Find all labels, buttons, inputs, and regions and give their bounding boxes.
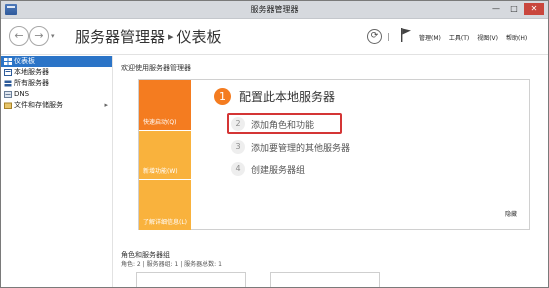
sidebar-item-label: 仪表板 (14, 57, 35, 65)
sidebar-item-label: 文件和存储服务 (14, 101, 63, 109)
sidebar-item-file-storage[interactable]: 文件和存储服务 ▸ (1, 100, 112, 111)
roles-summary: 角色: 2 | 服务器组: 1 | 服务器总数: 1 (121, 261, 222, 268)
dashboard-icon (4, 58, 12, 65)
menu-bar: 管理(M) 工具(T) 视图(V) 帮助(H) (419, 33, 527, 42)
create-server-group-link[interactable]: 创建服务器组 (251, 163, 305, 176)
window-controls: — □ ✕ (488, 3, 544, 15)
hide-link[interactable]: 隐藏 (505, 209, 517, 218)
breadcrumb-app[interactable]: 服务器管理器 (75, 28, 165, 46)
breadcrumb: 服务器管理器 ▸ 仪表板 (75, 26, 222, 47)
server-icon (4, 69, 12, 76)
step-4-number: 4 (231, 162, 245, 176)
add-servers-link[interactable]: 添加要管理的其他服务器 (251, 141, 350, 154)
header-bar: ← → ▾ 服务器管理器 ▸ 仪表板 ⟳ | 管理(M) 工具(T) 视图(V) 帮… (1, 19, 548, 55)
minimize-button[interactable]: — (488, 3, 504, 15)
storage-icon (4, 102, 12, 109)
highlight-box (227, 113, 342, 134)
configure-local-server-link[interactable]: 配置此本地服务器 (239, 88, 335, 105)
create-server-group-step[interactable]: 4 创建服务器组 (231, 162, 371, 178)
sidebar-item-dashboard[interactable]: 仪表板 (1, 56, 112, 67)
tab-quick-start[interactable]: 快速启动(Q) (139, 80, 191, 130)
menu-tools[interactable]: 工具(T) (449, 33, 469, 42)
server-manager-window: 服务器管理器 — □ ✕ ← → ▾ 服务器管理器 ▸ 仪表板 ⟳ | 管理(M) … (0, 0, 549, 288)
sidebar-item-dns[interactable]: DNS (1, 89, 112, 100)
flag-icon[interactable] (399, 27, 413, 43)
menu-manage[interactable]: 管理(M) (419, 33, 441, 42)
welcome-heading: 欢迎使用服务器管理器 (121, 64, 191, 72)
divider: | (387, 32, 390, 41)
tab-label: 了解详细信息(L) (143, 219, 188, 226)
sidebar-item-local-server[interactable]: 本地服务器 (1, 67, 112, 78)
sidebar-item-label: DNS (14, 90, 30, 98)
tab-learn-more[interactable]: 了解详细信息(L) (139, 179, 191, 230)
forward-arrow-icon[interactable]: → (29, 26, 49, 46)
chevron-down-icon[interactable]: ▾ (51, 32, 55, 40)
sidebar-item-label: 本地服务器 (14, 68, 49, 76)
sidebar: 仪表板 本地服务器 所有服务器 DNS 文件和存储服务 ▸ (1, 56, 113, 287)
sidebar-item-label: 所有服务器 (14, 79, 49, 87)
dashboard-main: 欢迎使用服务器管理器 快速启动(Q) 新增功能(W) 了解详细信息(L) 1 配… (114, 56, 548, 287)
close-button[interactable]: ✕ (524, 3, 544, 15)
role-tile[interactable] (270, 272, 380, 287)
refresh-icon[interactable]: ⟳ (367, 29, 382, 44)
quick-start-panel: 快速启动(Q) 新增功能(W) 了解详细信息(L) 1 配置此本地服务器 2 添… (138, 79, 530, 230)
breadcrumb-page: 仪表板 (176, 28, 222, 46)
maximize-button[interactable]: □ (506, 3, 522, 15)
chevron-right-icon[interactable]: ▸ (104, 100, 108, 111)
step-3-number: 3 (231, 140, 245, 154)
window-title: 服务器管理器 (250, 5, 299, 14)
breadcrumb-separator: ▸ (168, 30, 174, 43)
menu-help[interactable]: 帮助(H) (506, 33, 527, 42)
tab-label: 新增功能(W) (143, 168, 178, 175)
menu-view[interactable]: 视图(V) (477, 33, 498, 42)
role-tile[interactable] (136, 272, 246, 287)
dns-icon (4, 91, 12, 98)
back-arrow-icon[interactable]: ← (9, 26, 29, 46)
add-servers-step[interactable]: 3 添加要管理的其他服务器 (231, 140, 371, 156)
title-bar: 服务器管理器 — □ ✕ (1, 1, 548, 19)
step-1-number: 1 (214, 88, 231, 105)
tab-label: 快速启动(Q) (143, 119, 177, 126)
servers-icon (4, 80, 12, 87)
sidebar-item-all-servers[interactable]: 所有服务器 (1, 78, 112, 89)
tab-whats-new[interactable]: 新增功能(W) (139, 130, 191, 179)
